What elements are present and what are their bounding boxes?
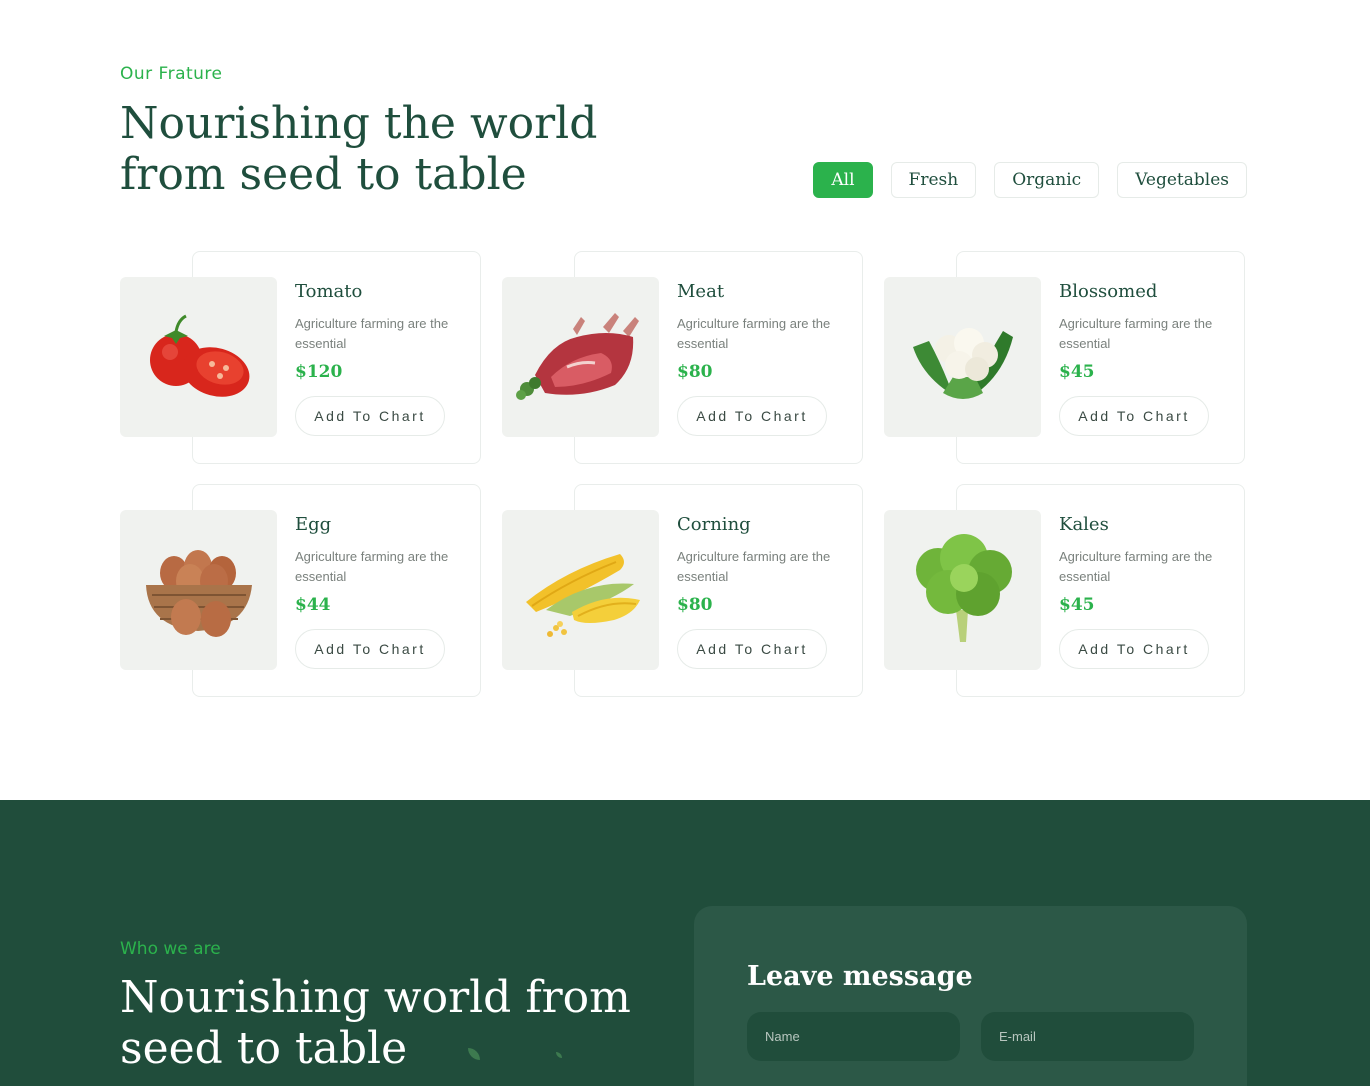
meat-image <box>502 277 659 437</box>
product-price: $120 <box>295 362 343 382</box>
email-input[interactable] <box>981 1012 1194 1061</box>
category-filters: All Fresh Organic Vegetables <box>813 162 1247 198</box>
product-description: Agriculture farming are the essential <box>295 316 449 351</box>
product-card: Egg Agriculture farming are the essentia… <box>120 484 482 698</box>
product-name: Kales <box>1059 514 1109 535</box>
about-headline: Nourishing world from seed to table <box>120 972 640 1074</box>
product-description: Agriculture farming are the essential <box>677 316 831 351</box>
headline-line-1: Nourishing the world <box>120 98 598 149</box>
add-to-cart-button[interactable]: Add To Chart <box>1059 629 1209 669</box>
form-title: Leave message <box>747 961 973 992</box>
product-description: Agriculture farming are the essential <box>1059 316 1213 351</box>
product-card: Tomato Agriculture farming are the essen… <box>120 251 482 465</box>
product-card: Kales Agriculture farming are the essent… <box>884 484 1246 698</box>
filter-fresh-button[interactable]: Fresh <box>890 162 977 198</box>
product-name: Egg <box>295 514 332 535</box>
add-to-cart-button[interactable]: Add To Chart <box>1059 396 1209 436</box>
tomato-image <box>120 277 277 437</box>
product-name: Meat <box>677 281 725 302</box>
product-description: Agriculture farming are the essential <box>677 549 831 584</box>
egg-basket-image <box>120 510 277 670</box>
kale-image <box>884 510 1041 670</box>
name-input[interactable] <box>747 1012 960 1061</box>
section-headline: Nourishing the world from seed to table <box>120 98 680 200</box>
product-price: $44 <box>295 595 331 615</box>
about-headline-line-1: Nourishing world from <box>120 972 631 1023</box>
add-to-cart-button[interactable]: Add To Chart <box>677 629 827 669</box>
product-name: Blossomed <box>1059 281 1158 302</box>
cauliflower-image <box>884 277 1041 437</box>
product-price: $80 <box>677 595 713 615</box>
corn-image <box>502 510 659 670</box>
about-section: Who we are Nourishing world from seed to… <box>0 800 1370 1086</box>
product-description: Agriculture farming are the essential <box>295 549 449 584</box>
product-name: Tomato <box>295 281 363 302</box>
product-description: Agriculture farming are the essential <box>1059 549 1213 584</box>
product-card: Blossomed Agriculture farming are the es… <box>884 251 1246 465</box>
add-to-cart-button[interactable]: Add To Chart <box>295 396 445 436</box>
leave-message-form: Leave message <box>694 906 1247 1086</box>
product-card: Meat Agriculture farming are the essenti… <box>502 251 864 465</box>
product-card: Corning Agriculture farming are the esse… <box>502 484 864 698</box>
product-price: $45 <box>1059 595 1095 615</box>
add-to-cart-button[interactable]: Add To Chart <box>295 629 445 669</box>
filter-organic-button[interactable]: Organic <box>994 162 1100 198</box>
product-price: $45 <box>1059 362 1095 382</box>
about-eyebrow: Who we are <box>120 939 221 959</box>
about-headline-line-2: seed to table <box>120 1023 408 1074</box>
filter-all-button[interactable]: All <box>813 162 873 198</box>
section-eyebrow: Our Frature <box>120 64 223 84</box>
features-section: Our Frature Nourishing the world from se… <box>0 0 1370 800</box>
product-name: Corning <box>677 514 751 535</box>
add-to-cart-button[interactable]: Add To Chart <box>677 396 827 436</box>
headline-line-2: from seed to table <box>120 149 527 200</box>
product-price: $80 <box>677 362 713 382</box>
filter-vegetables-button[interactable]: Vegetables <box>1117 162 1247 198</box>
